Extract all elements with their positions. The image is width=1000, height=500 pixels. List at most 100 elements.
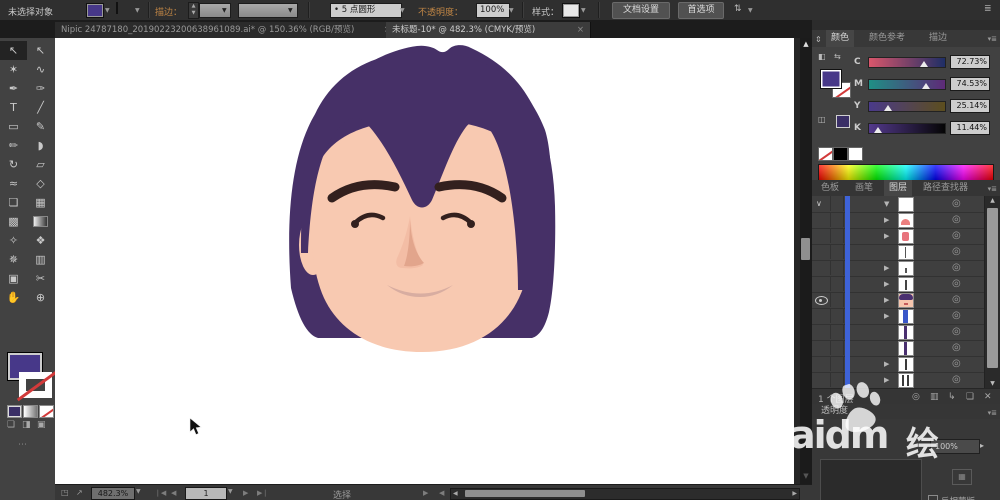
layer-row[interactable]: ▶ ◎ [812,228,1000,245]
first-artboard-icon[interactable]: ❘◀ [155,489,166,497]
layer-thumbnail[interactable] [898,213,914,228]
target-icon[interactable]: ◎ [952,342,961,353]
width-tool[interactable]: ≈ [0,174,27,193]
layer-row[interactable]: ▶ ◎ [812,292,1000,309]
k-value-field[interactable]: 11.44% [950,121,990,135]
document-tab-1[interactable]: × Nipic 24787180_20190223200638961089.ai… [55,22,398,38]
panel-fill-swatch[interactable] [820,69,842,89]
visibility-toggle[interactable] [812,340,831,355]
last-artboard-icon[interactable]: ▶❘ [257,489,268,497]
draw-inside-icon[interactable]: ▣ [37,420,46,430]
target-icon[interactable]: ◎ [952,198,961,209]
closest-web-color-swatch[interactable] [836,115,850,128]
target-icon[interactable]: ◎ [952,374,961,385]
blend-tool[interactable]: ❖ [27,231,54,250]
make-clipping-mask-icon[interactable]: ▥ [930,392,939,402]
y-value-field[interactable]: 25.14% [950,99,990,113]
none-mode-button[interactable] [39,405,54,418]
layer-row[interactable]: ▶ ◎ [812,356,1000,373]
expand-arrow-icon[interactable]: ▶ [884,312,889,320]
tab-transparency[interactable]: 透明度 [816,404,853,419]
layer-row[interactable]: ▶ ◎ [812,276,1000,293]
visibility-toggle[interactable] [812,292,831,307]
mesh-tool[interactable]: ▩ [0,212,27,231]
layer-thumbnail[interactable] [898,325,914,340]
mask-thumbnail-well[interactable] [820,459,922,500]
visibility-toggle[interactable] [812,260,831,275]
layers-scroll-thumb[interactable] [987,208,998,368]
magic-wand-tool[interactable]: ✶ [0,60,27,79]
paintbrush-tool[interactable]: ✎ [27,117,54,136]
visibility-toggle[interactable] [812,308,831,323]
fill-dropdown-icon[interactable]: ▼ [105,7,110,14]
expand-arrow-icon[interactable]: ▶ [884,280,889,288]
type-tool[interactable]: T [0,98,27,117]
layer-thumbnail[interactable] [898,357,914,372]
panel-menu-icon[interactable]: ▾≣ [988,185,997,193]
style-swatch[interactable] [562,3,580,18]
layer-thumbnail[interactable] [898,293,914,308]
stroke-weight-stepper[interactable]: ▲ ▼ [188,2,199,19]
slider-thumb[interactable] [884,105,893,111]
layer-thumbnail[interactable] [898,277,914,292]
layers-scrollbar[interactable]: ▲ ▼ [984,196,1000,388]
lock-toggle[interactable] [830,324,844,339]
layer-row[interactable]: ▶ ◎ [812,212,1000,229]
layer-row[interactable]: ▶ ◎ [812,260,1000,277]
lock-toggle[interactable] [830,212,844,227]
zoom-level-field[interactable]: 482.3% [91,487,135,500]
zoom-dropdown-icon[interactable]: ▼ [136,488,141,495]
fill-stroke-indicator-icon[interactable]: ◧ [818,52,826,61]
lock-toggle[interactable] [830,228,844,243]
expand-arrow-icon[interactable]: ▶ [884,376,889,384]
hscroll-right-icon[interactable]: ▶ [792,490,797,497]
canvas-vertical-scrollbar[interactable]: ▲ ▼ [800,38,812,484]
scroll-up-icon[interactable]: ▲ [985,197,1000,204]
m-value-field[interactable]: 74.53% [950,77,990,91]
scroll-down-icon[interactable]: ▼ [800,472,812,480]
lock-toggle[interactable] [830,196,844,211]
visibility-toggle[interactable] [812,372,831,387]
slider-thumb[interactable] [921,83,930,89]
draw-normal-icon[interactable]: ❏ [7,420,15,430]
visibility-toggle[interactable] [812,212,831,227]
arrange-icon[interactable]: ⇅ [734,4,742,14]
layer-thumbnail[interactable] [898,373,914,388]
style-dropdown-icon[interactable]: ▼ [581,7,586,14]
expand-arrow-icon[interactable]: ▶ [884,232,889,240]
toolbar-overflow-icon[interactable]: ⋯ [18,440,27,450]
layer-thumbnail[interactable] [898,245,914,260]
gradient-mode-button[interactable] [23,405,38,418]
hscroll-left-icon[interactable]: ◀ [453,490,458,497]
target-icon[interactable]: ◎ [952,278,961,289]
c-slider[interactable] [868,57,946,68]
c-value-field[interactable]: 72.73% [950,55,990,69]
free-transform-tool[interactable]: ◇ [27,174,54,193]
layer-thumbnail[interactable] [898,341,914,356]
lock-toggle[interactable] [830,276,844,291]
color-spectrum-bar[interactable] [818,164,994,181]
new-layer-icon[interactable]: ❏ [966,392,974,402]
mask-link-icon[interactable]: ▦ [952,469,972,485]
document-setup-button[interactable]: 文档设置 [612,2,670,19]
lock-toggle[interactable] [830,372,844,387]
white-swatch[interactable] [848,147,863,161]
slice-tool[interactable]: ✂ [27,269,54,288]
rectangle-tool[interactable]: ▭ [0,117,27,136]
stroke-color-swatch[interactable] [116,2,118,14]
fill-color-swatch[interactable] [86,3,104,18]
shape-builder-tool[interactable]: ❏ [0,193,27,212]
visibility-toggle[interactable] [812,356,831,371]
new-sublayer-icon[interactable]: ↳ [948,392,956,402]
status-launch-icon[interactable]: ↗ [76,488,83,497]
line-segment-tool[interactable]: ╱ [27,98,54,117]
canvas-artboard[interactable] [55,38,800,484]
target-icon[interactable]: ◎ [952,326,961,337]
tab-stroke[interactable]: 描边 [924,30,952,47]
target-icon[interactable]: ◎ [952,358,961,369]
stroke-weight-dropdown-icon[interactable]: ▼ [222,7,227,14]
hand-tool[interactable]: ✋ [0,288,27,307]
zoom-tool[interactable]: ⊕ [27,288,54,307]
target-icon[interactable]: ◎ [952,246,961,257]
tab-color[interactable]: 颜色 [826,30,855,47]
